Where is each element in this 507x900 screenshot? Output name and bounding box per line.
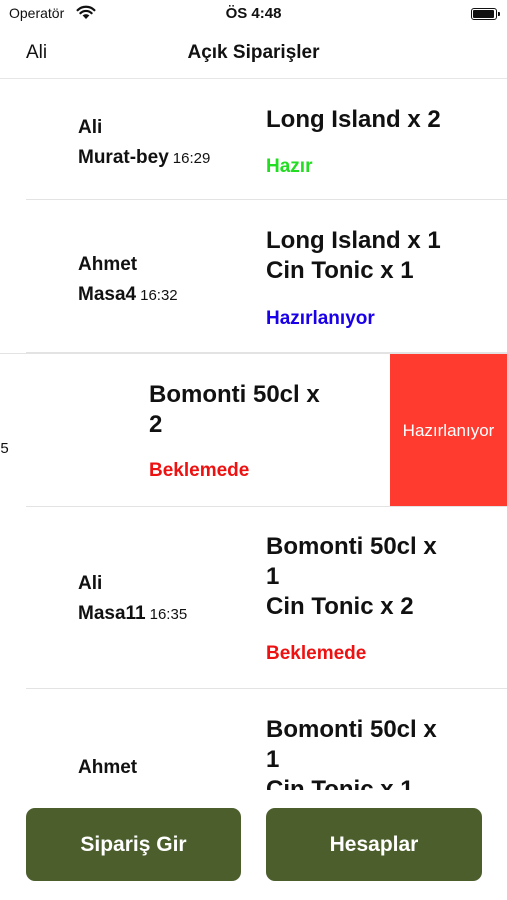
order-item: Long Island x 2 <box>266 106 441 133</box>
status-bar: Operatör ÖS 4:48 <box>0 0 507 28</box>
order-row[interactable]: Ahmet Bomonti 50cl x 1 Cin Tonic x 1 <box>0 689 507 790</box>
order-status-badge: Hazır <box>266 156 313 177</box>
order-waiter-info: Ahmet <box>78 753 137 783</box>
page-title: Açık Siparişler <box>187 42 320 63</box>
battery-icon <box>471 8 500 20</box>
order-items: Long Island x 2 <box>266 105 466 135</box>
order-list[interactable]: Ali Murat-bey 16:29 Long Island x 2 Hazır… <box>0 78 507 790</box>
waiter-name: Ahmet <box>78 757 138 778</box>
waiter-name: Ahmet <box>78 254 138 275</box>
order-waiter-info: Ahmet Masa4 16:32 <box>78 250 178 311</box>
table-name: Masa11 <box>78 603 146 624</box>
order-items: Long Island x 1 Cin Tonic x 1 <box>266 226 466 286</box>
order-item: Bomonti 50cl x 1 <box>266 533 437 590</box>
order-row[interactable]: Ahmet Masa4 16:32 Long Island x 1 Cin Ton… <box>0 200 507 353</box>
order-item: Bomonti 50cl x 1 <box>266 716 437 773</box>
waiter-name: Ali <box>78 117 103 138</box>
mark-preparing-swipe-button[interactable]: Hazırlanıyor <box>390 354 507 507</box>
order-row[interactable]: Ali Murat-bey 16:29 Long Island x 2 Hazır <box>0 78 507 200</box>
waiter-name: Ali <box>78 573 103 594</box>
accounts-button[interactable]: Hesaplar <box>266 808 482 881</box>
order-status-badge: Hazırlanıyor <box>266 308 375 329</box>
order-items: Bomonti 50cl x 1 Cin Tonic x 1 <box>266 715 441 790</box>
navigation-bar: Ali Açık Siparişler <box>0 30 507 79</box>
order-item: Cin Tonic x 1 <box>266 776 414 790</box>
order-row-swiped[interactable]: 35 Bomonti 50cl x 2 Beklemede Hazırlanıy… <box>0 353 507 507</box>
order-row[interactable]: Ali Masa11 16:35 Bomonti 50cl x 1 Cin Ton… <box>0 506 507 689</box>
order-items: Bomonti 50cl x 2 <box>149 380 329 440</box>
order-waiter-info: Ali Masa11 16:35 <box>78 569 187 630</box>
order-item: Cin Tonic x 2 <box>266 593 414 620</box>
order-status-badge: Beklemede <box>149 460 250 481</box>
order-time: 16:32 <box>140 287 178 304</box>
order-waiter-info: Ali Murat-bey 16:29 <box>78 113 210 174</box>
order-item: Bomonti 50cl x 2 <box>149 381 320 438</box>
order-item: Cin Tonic x 1 <box>266 257 414 284</box>
table-name: Murat-bey <box>78 147 169 168</box>
order-items: Bomonti 50cl x 1 Cin Tonic x 2 <box>266 532 441 622</box>
order-status-badge: Beklemede <box>266 643 367 664</box>
order-time: 16:35 <box>149 606 188 623</box>
order-time: 16:29 <box>172 150 211 167</box>
order-item: Long Island x 1 <box>266 227 441 254</box>
new-order-button[interactable]: Sipariş Gir <box>26 808 241 881</box>
status-time: ÖS 4:48 <box>225 5 282 22</box>
table-name: Masa4 <box>78 284 137 305</box>
